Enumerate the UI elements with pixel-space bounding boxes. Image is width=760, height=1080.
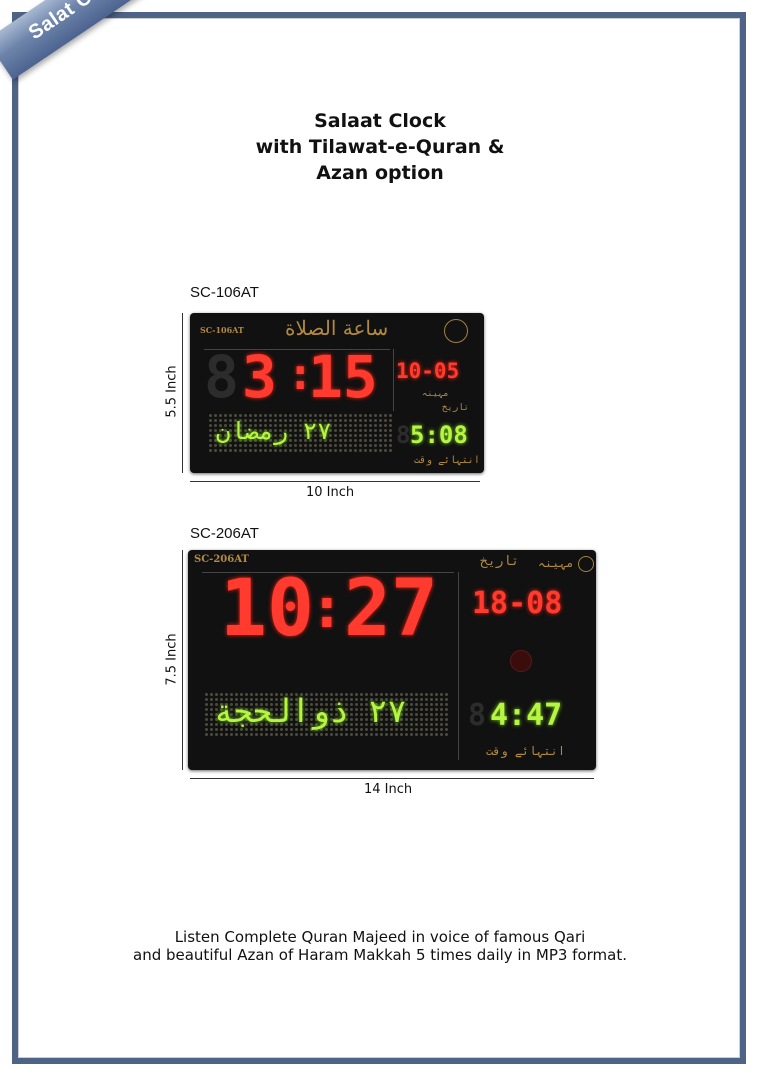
product-1-prayer-time: 5:08 bbox=[410, 421, 468, 449]
product-1-model: SC-106AT bbox=[190, 284, 259, 301]
title-line-2: with Tilawat-e-Quran & bbox=[255, 136, 505, 158]
product-1-hour-ghost-digit: 8 bbox=[204, 343, 239, 411]
product-1-month-label: مہینہ bbox=[422, 389, 449, 399]
product-2-sensor-icon bbox=[510, 650, 532, 672]
product-1-date-label: تاریخ bbox=[442, 403, 470, 413]
product-2-hour-digits: 10 bbox=[220, 564, 314, 654]
product-2-clock-image: SC-206AT تاریخ مہینہ 10 : 27 18-08 ٢٧ ذو… bbox=[188, 550, 596, 770]
product-2-end-label: انتہائے وقت bbox=[486, 744, 566, 758]
product-1-width-label: 10 Inch bbox=[306, 485, 355, 500]
footer-line-1: Listen Complete Quran Majeed in voice of… bbox=[174, 928, 586, 946]
product-2-date: 18-08 bbox=[472, 586, 563, 621]
product-2-minute-digits: 27 bbox=[344, 564, 438, 654]
product-1-minute-digits: 15 bbox=[308, 343, 378, 411]
product-2-width-label: 14 Inch bbox=[364, 782, 413, 797]
product-2-height-line bbox=[182, 550, 183, 770]
product-2-time-colon: : bbox=[310, 576, 344, 641]
product-1-end-label: انتہائے وقت bbox=[414, 455, 480, 466]
product-2-model: SC-206AT bbox=[190, 525, 259, 542]
product-1-height-line bbox=[182, 313, 183, 473]
product-1-hour-digit: 3 bbox=[242, 343, 277, 411]
title-line-3: Azan option bbox=[316, 162, 444, 184]
product-1-model-tag: SC-106AT bbox=[200, 325, 244, 335]
product-1-date: 10-05 bbox=[396, 359, 460, 383]
product-2-date-label: تاریخ bbox=[480, 554, 520, 569]
product-1-arabic-title: ساعة الصلاة bbox=[285, 316, 389, 340]
product-1-width-line bbox=[190, 481, 480, 482]
title-line-1: Salaat Clock bbox=[314, 110, 446, 132]
product-1-prayer-ghost-digit: 8 bbox=[396, 421, 411, 449]
product-2-height-label: 7.5 Inch bbox=[164, 633, 180, 686]
product-2-quran-badge-icon bbox=[578, 556, 594, 572]
product-2-scroll-text: ٢٧ ذوالحجة bbox=[214, 692, 407, 730]
product-2-month-label: مہینہ bbox=[538, 556, 574, 570]
product-1-scroll-text: ٢٧ رمضان bbox=[216, 417, 332, 445]
product-1-height-label: 5.5 Inch bbox=[164, 365, 180, 418]
product-1-clock-image: SC-106AT ساعة الصلاة 8 3 : 15 10-05 مہین… bbox=[190, 313, 484, 473]
product-2-prayer-ghost-digit: 8 bbox=[468, 698, 487, 733]
product-2-prayer-time: 4:47 bbox=[490, 698, 563, 733]
footer-line-2: and beautiful Azan of Haram Makkah 5 tim… bbox=[133, 946, 627, 964]
product-2-width-line bbox=[190, 778, 594, 779]
product-1-quran-badge-icon bbox=[444, 319, 468, 343]
